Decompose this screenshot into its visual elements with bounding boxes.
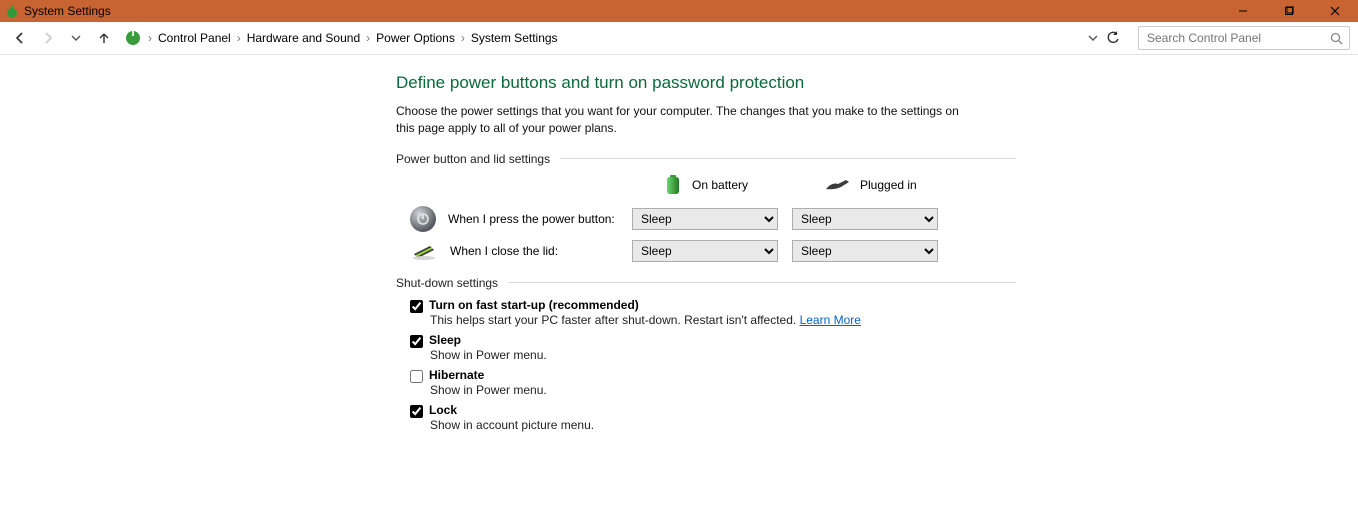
group-power-lid-title: Power button and lid settings [396, 152, 1016, 166]
chevron-right-icon: › [366, 31, 370, 45]
search-input[interactable] [1145, 30, 1309, 46]
power-button-icon [410, 206, 436, 232]
fast-startup-checkbox[interactable] [410, 300, 423, 313]
breadcrumb: › Control Panel › Hardware and Sound › P… [120, 29, 1124, 47]
search-icon [1330, 32, 1343, 45]
close-lid-battery-select[interactable]: Sleep [632, 240, 778, 262]
row-label: When I close the lid: [450, 244, 558, 258]
recent-locations-button[interactable] [64, 26, 88, 50]
address-bar: › Control Panel › Hardware and Sound › P… [0, 22, 1358, 55]
window-title: System Settings [24, 4, 111, 18]
maximize-button[interactable] [1266, 0, 1312, 22]
up-button[interactable] [92, 26, 116, 50]
control-panel-icon [124, 29, 142, 47]
plug-icon [824, 178, 850, 192]
search-box[interactable] [1138, 26, 1350, 50]
group-label: Power button and lid settings [396, 152, 550, 166]
option-sub-text: This helps start your PC faster after sh… [430, 313, 800, 327]
row-label: When I press the power button: [448, 212, 615, 226]
page-heading: Define power buttons and turn on passwor… [396, 73, 1016, 93]
option-sub: Show in Power menu. [430, 383, 1016, 397]
option-sub: Show in account picture menu. [430, 418, 1016, 432]
divider [508, 282, 1016, 283]
app-icon [4, 3, 20, 19]
laptop-lid-icon [410, 240, 438, 262]
option-label: Hibernate [429, 368, 484, 382]
column-headers: On battery Plugged in [396, 174, 1016, 196]
group-label: Shut-down settings [396, 276, 498, 290]
breadcrumb-item[interactable]: Control Panel [158, 31, 231, 45]
forward-button[interactable] [36, 26, 60, 50]
sleep-checkbox[interactable] [410, 335, 423, 348]
minimize-button[interactable] [1220, 0, 1266, 22]
chevron-right-icon: › [148, 31, 152, 45]
main-content: Define power buttons and turn on passwor… [0, 55, 1016, 432]
option-sub: This helps start your PC faster after sh… [430, 313, 1016, 327]
option-label: Lock [429, 403, 457, 417]
hibernate-checkbox[interactable] [410, 370, 423, 383]
refresh-button[interactable] [1106, 31, 1120, 45]
learn-more-link[interactable]: Learn More [800, 313, 861, 327]
divider [560, 158, 1016, 159]
address-dropdown-button[interactable] [1088, 33, 1098, 43]
row-power-button: When I press the power button: Sleep Sle… [396, 206, 1016, 232]
breadcrumb-item[interactable]: Power Options [376, 31, 455, 45]
page-description: Choose the power settings that you want … [396, 103, 966, 138]
column-plugged-label: Plugged in [860, 178, 917, 192]
chevron-right-icon: › [461, 31, 465, 45]
group-shutdown-title: Shut-down settings [396, 276, 1016, 290]
row-close-lid: When I close the lid: Sleep Sleep [396, 240, 1016, 262]
option-lock: Lock Show in account picture menu. [410, 403, 1016, 432]
option-hibernate: Hibernate Show in Power menu. [410, 368, 1016, 397]
breadcrumb-item[interactable]: System Settings [471, 31, 558, 45]
power-button-battery-select[interactable]: Sleep [632, 208, 778, 230]
option-sub: Show in Power menu. [430, 348, 1016, 362]
option-sleep: Sleep Show in Power menu. [410, 333, 1016, 362]
back-button[interactable] [8, 26, 32, 50]
battery-icon [664, 174, 682, 196]
title-bar: System Settings [0, 0, 1358, 22]
option-label: Turn on fast start-up (recommended) [429, 298, 639, 312]
option-fast-startup: Turn on fast start-up (recommended) This… [410, 298, 1016, 327]
column-battery-label: On battery [692, 178, 748, 192]
close-button[interactable] [1312, 0, 1358, 22]
close-lid-plugged-select[interactable]: Sleep [792, 240, 938, 262]
breadcrumb-item[interactable]: Hardware and Sound [247, 31, 360, 45]
option-label: Sleep [429, 333, 461, 347]
power-button-plugged-select[interactable]: Sleep [792, 208, 938, 230]
chevron-right-icon: › [237, 31, 241, 45]
lock-checkbox[interactable] [410, 405, 423, 418]
